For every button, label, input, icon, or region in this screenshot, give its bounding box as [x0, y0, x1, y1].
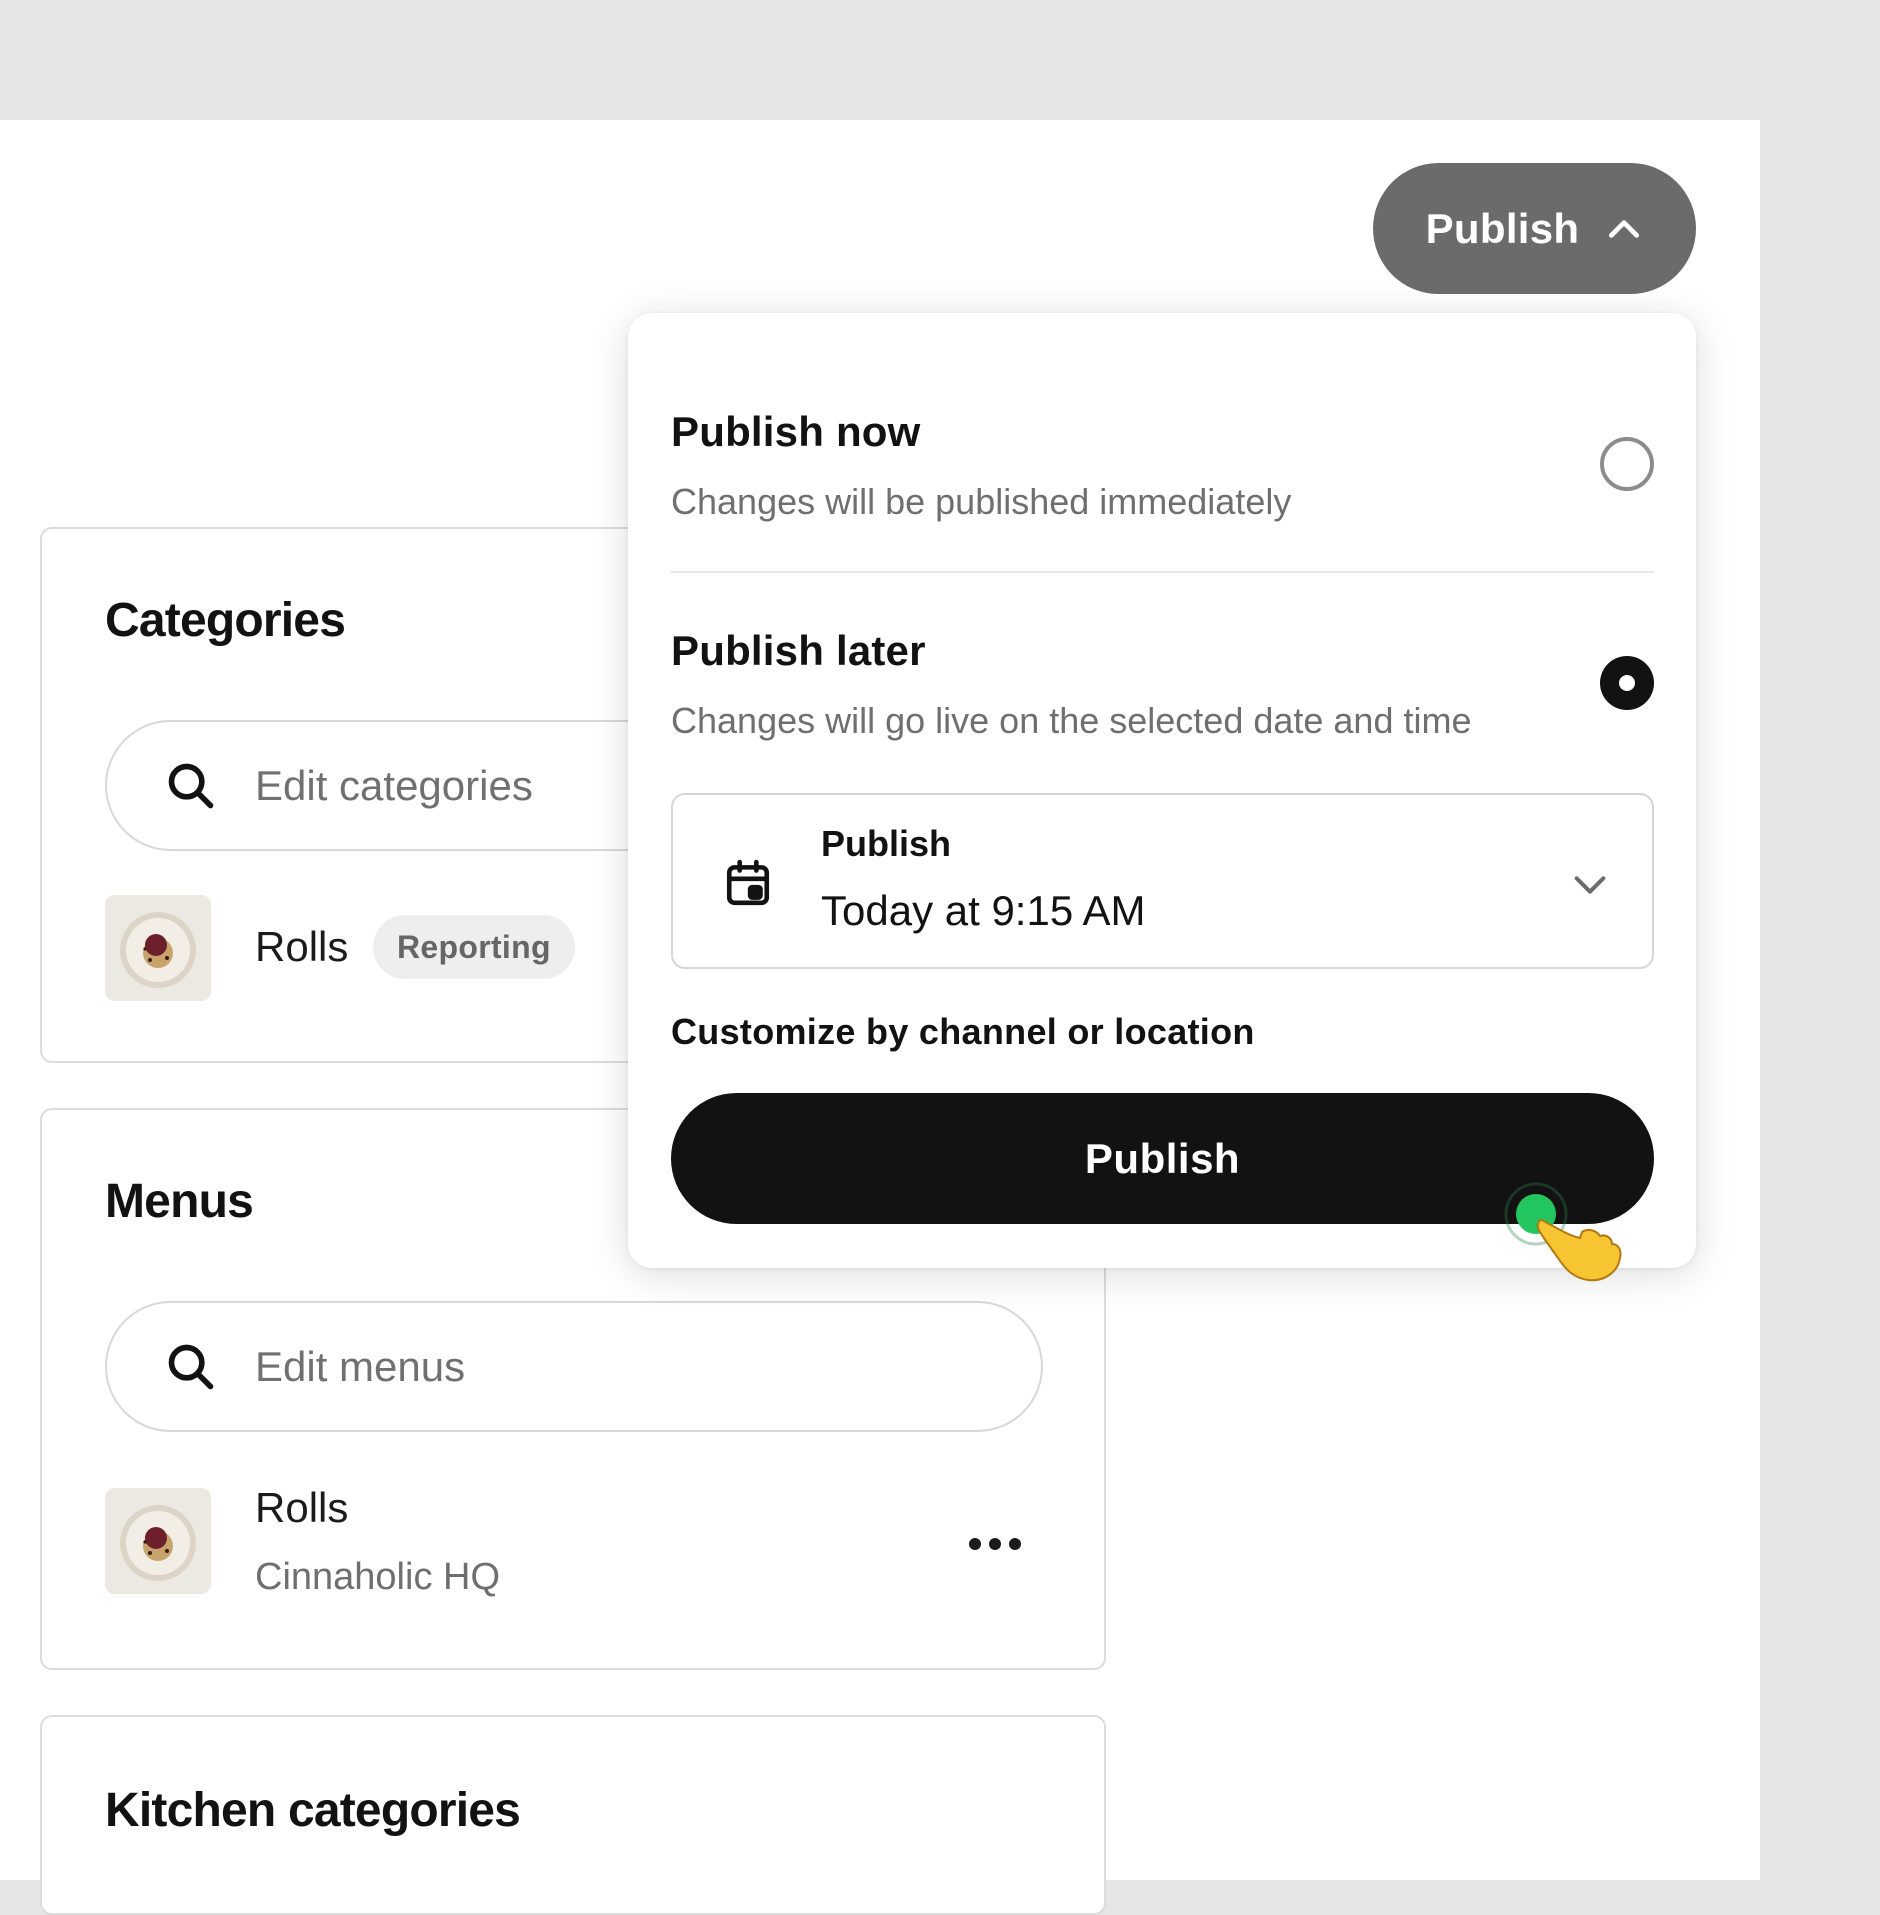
kitchen-categories-card: Kitchen categories	[40, 1715, 1106, 1915]
category-thumbnail	[105, 895, 211, 1001]
chevron-up-icon	[1609, 219, 1640, 238]
menus-search-placeholder: Edit menus	[255, 1342, 466, 1390]
more-options-icon[interactable]	[969, 1538, 1021, 1550]
kitchen-categories-title: Kitchen categories	[105, 1784, 521, 1837]
schedule-value: Today at 9:15 AM	[821, 887, 1146, 934]
categories-title: Categories	[105, 594, 346, 647]
publish-now-title: Publish now	[671, 408, 921, 455]
reporting-badge: Reporting	[373, 915, 575, 979]
categories-search-placeholder: Edit categories	[255, 761, 533, 809]
publish-date-select[interactable]: Publish Today at 9:15 AM	[671, 793, 1654, 969]
publish-now-radio[interactable]	[1600, 437, 1654, 491]
schedule-label: Publish	[821, 823, 952, 864]
menus-title: Menus	[105, 1175, 254, 1228]
publish-menu-button[interactable]: Publish	[1373, 163, 1696, 294]
chevron-down-icon	[1574, 876, 1606, 894]
option-divider	[671, 571, 1654, 573]
customize-link[interactable]: Customize by channel or location	[671, 1011, 1255, 1053]
publish-menu-label: Publish	[1425, 204, 1580, 252]
publish-later-title: Publish later	[671, 627, 926, 674]
calendar-icon	[726, 859, 770, 906]
menus-search-input[interactable]: Edit menus	[105, 1301, 1043, 1432]
publish-later-description: Changes will go live on the selected dat…	[671, 700, 1472, 741]
pointer-hand-icon	[1504, 1182, 1622, 1282]
publish-confirm-label: Publish	[1084, 1134, 1241, 1182]
search-icon	[168, 1344, 214, 1389]
category-item-name[interactable]: Rolls	[255, 923, 348, 971]
search-icon	[168, 763, 214, 808]
menu-item-name[interactable]: Rolls	[255, 1484, 348, 1532]
menu-item-location: Cinnaholic HQ	[255, 1556, 500, 1598]
menu-thumbnail	[105, 1488, 211, 1594]
publish-now-description: Changes will be published immediately	[671, 481, 1292, 522]
publish-options-popover: Publish now Changes will be published im…	[628, 313, 1696, 1268]
publish-later-radio[interactable]	[1600, 656, 1654, 710]
